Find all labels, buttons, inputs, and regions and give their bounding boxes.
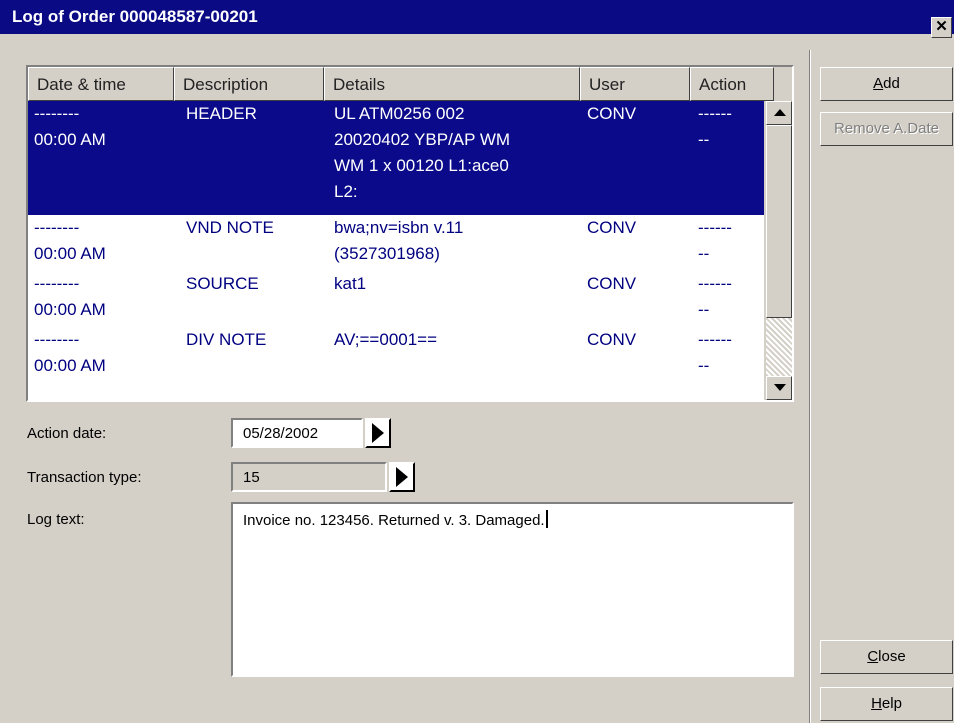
cell-details-line: AV;==0001== [334, 330, 438, 349]
panel-divider-highlight [810, 50, 811, 723]
log-text-label: Log text: [27, 511, 85, 528]
cell-user: CONV [587, 274, 637, 293]
cell-time: 00:00 AM [34, 244, 106, 263]
column-header-description[interactable]: Description [174, 67, 324, 101]
transaction-type-field[interactable]: 15 [231, 462, 387, 492]
column-header-action[interactable]: Action [690, 67, 774, 101]
cell-date: -------- [34, 330, 80, 349]
log-text-value: Invoice no. 123456. Returned v. 3. Damag… [243, 512, 545, 529]
transaction-type-label: Transaction type: [27, 469, 142, 486]
cell-user: CONV [587, 104, 637, 123]
list-header: Date & time Description Details User Act… [28, 67, 792, 101]
cell-time: 00:00 AM [34, 130, 106, 149]
table-row[interactable]: -------- 00:00 AM DIV NOTE AV;==0001== C… [28, 327, 764, 383]
scroll-thumb[interactable] [766, 125, 792, 318]
cell-time: 00:00 AM [34, 300, 106, 319]
cell-action: -- [698, 356, 710, 375]
cell-user: CONV [587, 218, 637, 237]
cell-details-line: UL ATM0256 002 [334, 104, 465, 123]
action-date-label: Action date: [27, 425, 107, 442]
cell-description: SOURCE [186, 274, 259, 293]
column-header-user[interactable]: User [580, 67, 690, 101]
cell-action: -- [698, 244, 710, 263]
cell-details-line: L2: [334, 182, 358, 201]
cell-date: -------- [34, 218, 80, 237]
close-button[interactable]: Close [820, 640, 953, 674]
list-body: -------- 00:00 AM HEADER UL ATM0256 002 … [28, 101, 764, 400]
column-header-date[interactable]: Date & time [28, 67, 174, 101]
cell-details-line: WM 1 x 00120 L1:ace0 [334, 156, 509, 175]
cell-time: 00:00 AM [34, 356, 106, 375]
close-window-button[interactable]: ✕ [931, 17, 952, 38]
play-arrow-icon [372, 423, 384, 443]
action-date-field[interactable]: 05/28/2002 [231, 418, 363, 448]
title-bar: Log of Order 000048587-00201 [0, 0, 954, 34]
scroll-down-arrow-icon[interactable] [766, 376, 792, 400]
cell-action: ------ [698, 104, 732, 123]
scroll-up-arrow-icon[interactable] [766, 101, 792, 125]
log-list[interactable]: Date & time Description Details User Act… [26, 65, 794, 402]
log-text-area[interactable]: Invoice no. 123456. Returned v. 3. Damag… [231, 502, 794, 677]
cell-details-line: 20020402 YBP/AP WM [334, 130, 511, 149]
cell-details-line: (3527301968) [334, 244, 440, 263]
cell-action: ------ [698, 218, 732, 237]
cell-description: VND NOTE [186, 218, 274, 237]
vertical-scrollbar[interactable] [764, 101, 792, 400]
transaction-type-picker-button[interactable] [389, 462, 415, 492]
text-caret [545, 510, 548, 528]
cell-action: ------ [698, 274, 732, 293]
cell-user: CONV [587, 330, 637, 349]
add-button[interactable]: Add [820, 67, 953, 101]
window-title: Log of Order 000048587-00201 [12, 7, 258, 26]
cell-date: -------- [34, 104, 80, 123]
cell-details-line: bwa;nv=isbn v.11 [334, 218, 464, 237]
table-row[interactable]: -------- 00:00 AM VND NOTE bwa;nv=isbn v… [28, 215, 764, 271]
action-date-picker-button[interactable] [365, 418, 391, 448]
cell-details-line: kat1 [334, 274, 367, 293]
cell-action: -- [698, 300, 710, 319]
cell-date: -------- [34, 274, 80, 293]
table-row[interactable]: -------- 00:00 AM HEADER UL ATM0256 002 … [28, 101, 764, 215]
cell-description: DIV NOTE [186, 330, 267, 349]
table-row[interactable]: -------- 00:00 AM SOURCE kat1 CONV -----… [28, 271, 764, 327]
play-arrow-icon [396, 467, 408, 487]
remove-action-date-button: Remove A.Date [820, 112, 953, 146]
cell-action: -- [698, 130, 710, 149]
help-button[interactable]: Help [820, 687, 953, 721]
column-header-details[interactable]: Details [324, 67, 580, 101]
cell-action: ------ [698, 330, 732, 349]
cell-description: HEADER [186, 104, 257, 123]
